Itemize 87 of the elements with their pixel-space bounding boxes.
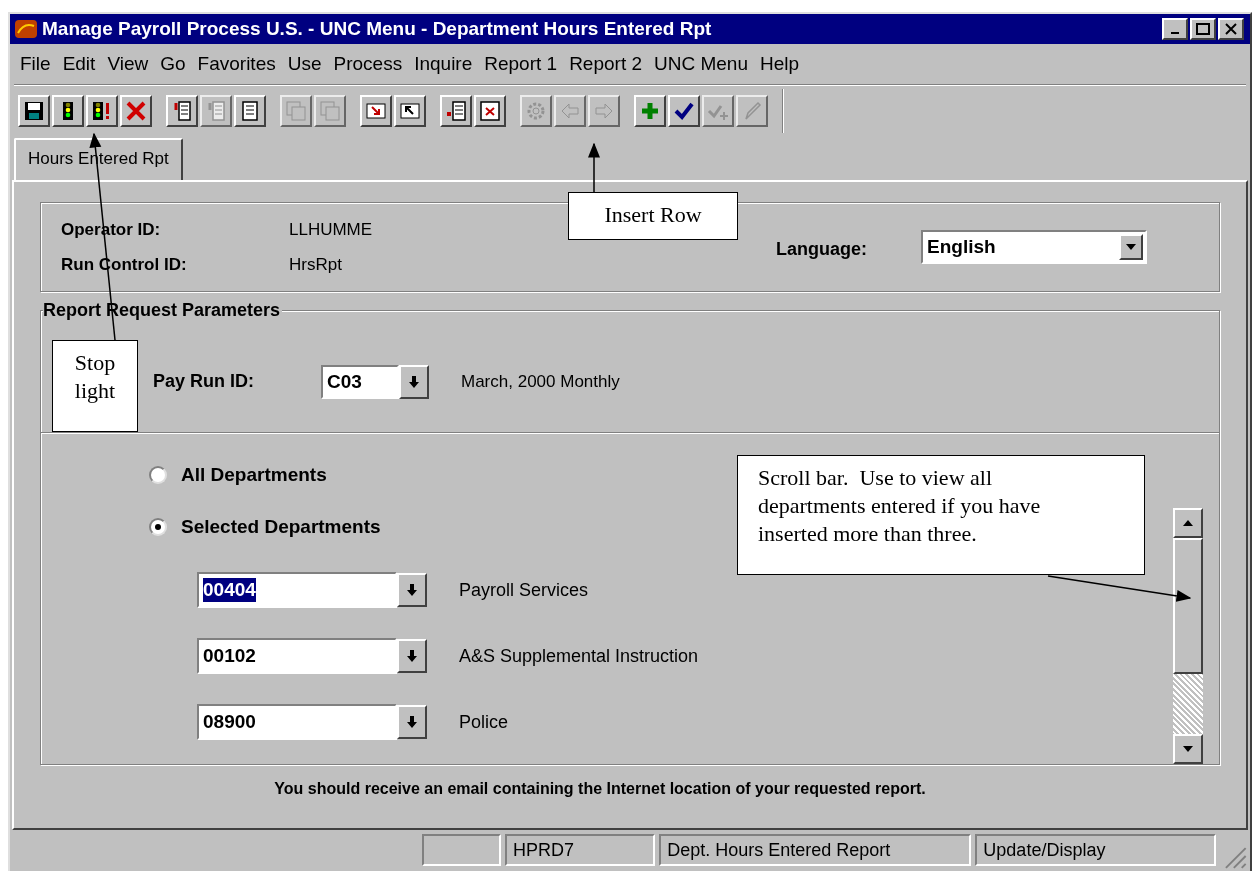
menu-item[interactable]: Edit	[56, 49, 102, 79]
windows-icon	[319, 100, 341, 122]
window-title: Manage Payroll Process U.S. - UNC Menu - Department Hours Entered Rpt	[42, 16, 712, 41]
menu-item[interactable]: Report 2	[563, 49, 648, 79]
callout-arrow	[588, 142, 600, 193]
toolbar-button[interactable]	[18, 95, 50, 127]
toolbar-button[interactable]	[234, 95, 266, 127]
radio-button[interactable]	[149, 466, 167, 484]
arrow-down-icon	[407, 650, 417, 662]
dropdown-button[interactable]	[397, 639, 427, 673]
menu-item[interactable]: Use	[281, 49, 328, 79]
insert-row-icon	[445, 100, 467, 122]
menu-item[interactable]: Inquire	[408, 49, 479, 79]
minimize-icon	[1171, 32, 1179, 34]
minimize-button[interactable]	[1162, 18, 1188, 40]
scroll-thumb[interactable]	[1173, 538, 1203, 674]
menu-item[interactable]: Favorites	[191, 49, 282, 79]
delete-row-icon	[479, 100, 501, 122]
field-description: March, 2000 Monthly	[461, 370, 620, 393]
field-value: 08900	[203, 710, 256, 734]
department-field[interactable]: 00102	[197, 638, 397, 674]
toolbar-button[interactable]	[360, 95, 392, 127]
menu-item[interactable]: File	[14, 49, 57, 79]
department-field[interactable]: 00404	[197, 572, 397, 608]
arrow-down-icon	[407, 716, 417, 728]
callout-note: Scroll bar. Use to view all departments entered if you have inserted more than three.	[737, 455, 1145, 575]
menu-item[interactable]: Go	[154, 49, 192, 79]
field-value: 00102	[203, 644, 256, 668]
toolbar-button[interactable]	[474, 95, 506, 127]
scroll-bar[interactable]	[1173, 508, 1203, 764]
close-icon	[125, 100, 147, 122]
scroll-up-button[interactable]	[1173, 508, 1203, 538]
close-button[interactable]	[1218, 18, 1244, 40]
arrow-down-icon	[1183, 746, 1193, 752]
callout-note: Insert Row	[568, 192, 738, 240]
status-panel: Dept. Hours Entered Report	[659, 834, 972, 866]
arrow-down-icon	[409, 375, 419, 388]
radio-option[interactable]: All Departments	[149, 460, 327, 490]
field-value: 00404	[203, 578, 256, 602]
toolbar-button[interactable]	[440, 95, 472, 127]
menu-item[interactable]: Process	[327, 49, 409, 79]
toolbar-button[interactable]	[166, 95, 198, 127]
field-description: A&S Supplemental Instruction	[459, 644, 699, 668]
field-value: HrsRpt	[289, 254, 343, 276]
menu-item[interactable]: UNC Menu	[648, 49, 754, 79]
status-panel: HPRD7	[505, 834, 656, 866]
toolbar-button[interactable]	[394, 95, 426, 127]
dropdown-button[interactable]	[399, 364, 429, 399]
menu-item[interactable]: View	[101, 49, 155, 79]
menu-item[interactable]: Report 1	[478, 49, 564, 79]
status-panel: Update/Display	[975, 834, 1217, 866]
menu-item[interactable]: Help	[754, 49, 806, 79]
caret-icon	[1126, 244, 1136, 250]
maximize-icon	[1196, 23, 1210, 35]
floppy-icon	[23, 100, 45, 122]
toolbar-button[interactable]	[86, 95, 118, 127]
dropdown-button[interactable]	[397, 573, 427, 607]
arrow-up-icon	[1183, 520, 1193, 526]
language-dropdown[interactable]: English	[921, 230, 1147, 264]
document-icon	[239, 100, 261, 122]
arrow-up-left-icon	[399, 100, 421, 122]
app-logo-icon	[14, 18, 38, 40]
toolbar-button[interactable]	[668, 95, 700, 127]
field-label: Pay Run ID:	[153, 370, 255, 393]
department-field[interactable]: 08900	[197, 704, 397, 740]
toolbar-button[interactable]	[120, 95, 152, 127]
pay-run-field[interactable]: C03	[321, 364, 399, 399]
close-icon	[1224, 23, 1238, 35]
field-value: LLHUMME	[289, 218, 373, 241]
toolbar-button[interactable]	[52, 95, 84, 127]
dropdown-button[interactable]	[397, 705, 427, 739]
callout-note: Stop light	[52, 340, 138, 432]
radio-button[interactable]	[149, 518, 167, 536]
field-label: Language:	[776, 237, 867, 261]
windows-icon	[285, 100, 307, 122]
arrow-down-icon	[407, 584, 417, 596]
maximize-button[interactable]	[1190, 18, 1216, 40]
gear-icon	[525, 100, 547, 122]
radio-option[interactable]: Selected Departments	[149, 512, 381, 542]
check-icon	[673, 100, 695, 122]
toolbar-button[interactable]	[634, 95, 666, 127]
plus-icon	[639, 100, 661, 122]
info-message: You should receive an email containing the Internet location of your requested report.	[273, 779, 927, 799]
field-description: Payroll Services	[459, 578, 589, 602]
field-description: Police	[459, 710, 509, 734]
arrow-down-right-icon	[365, 100, 387, 122]
scroll-down-button[interactable]	[1173, 734, 1203, 764]
